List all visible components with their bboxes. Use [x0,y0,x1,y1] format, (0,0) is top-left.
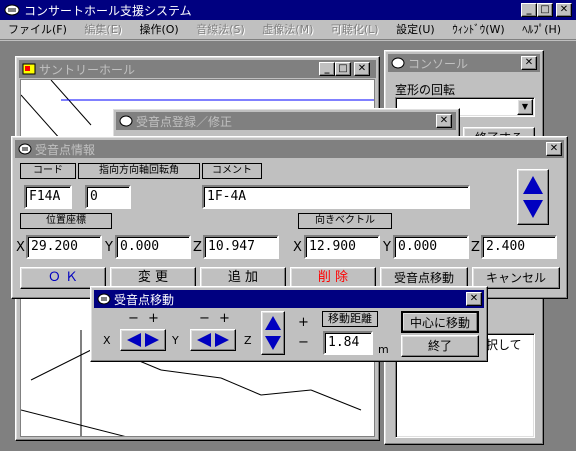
pos-z-label: Z [193,240,202,255]
y-minus-label: − [199,311,210,326]
console-icon [391,57,405,69]
pos-x-label: X [16,240,25,255]
registration-icon [119,115,133,127]
close-button[interactable]: ✕ [556,3,572,17]
suntory-title-bar: サントリーホール _ □ ✕ [19,60,376,78]
move-z-button[interactable] [261,311,285,355]
distance-label: 移動距離 [322,311,378,327]
app-icon [4,4,20,16]
left-right-arrow-icon [127,333,159,347]
menu-help[interactable]: ﾍﾙﾌﾟ(H) [522,23,561,36]
menu-auralize[interactable]: 可聴化(L) [331,23,379,36]
vector-label: 向きベクトル [298,213,392,229]
menu-window[interactable]: ｳｨﾝﾄﾞｳ(W) [452,23,504,36]
info-title-bar: 受音点情報 ✕ [15,140,564,158]
distance-unit: m [378,343,389,356]
move-y-button[interactable] [190,329,236,351]
chevron-down-icon[interactable]: ▼ [517,99,533,115]
vec-x-label: X [293,240,302,255]
code-field[interactable]: F14A [24,185,72,209]
move-title: 受音点移動 [114,292,175,307]
menu-operation[interactable]: 操作(O) [139,23,178,36]
minimize-button[interactable]: _ [521,3,537,17]
move-x-button[interactable] [120,329,166,351]
comment-field[interactable]: 1F-4A [202,185,470,209]
move-dialog: 受音点移動 ✕ − + X − + Y Z + − 移動距離 1.84 m 中心… [90,286,488,362]
move-to-center-button[interactable]: 中心に移動 [401,311,479,333]
info-dialog: 受音点情報 ✕ コード 指向方向軸回転角 コメント F14A 0 1F-4A 位… [11,136,568,299]
info-close[interactable]: ✕ [546,142,562,156]
move-x-label: X [103,334,111,347]
registration-title-bar: 受音点登録／修正 ✕ [116,112,456,130]
vec-y-label: Y [383,240,391,255]
updown-arrow-icon [523,176,543,218]
suntory-title: サントリーホール [39,62,136,77]
move-end-button[interactable]: 終了 [401,335,479,357]
console-list-text: 択して [486,338,522,352]
vec-y-field[interactable]: 0.000 [393,235,469,259]
console-close[interactable]: ✕ [521,56,537,70]
maximize-button[interactable]: □ [537,3,553,17]
registration-title: 受音点登録／修正 [136,114,233,129]
position-label: 位置座標 [20,213,112,229]
pos-x-field[interactable]: 29.200 [26,235,102,259]
spin-updown-button[interactable] [517,169,549,225]
menu-file[interactable]: ファイル(F) [8,23,67,36]
menu-settings[interactable]: 設定(U) [396,23,435,36]
info-icon [18,143,32,155]
vec-z-label: Z [471,240,480,255]
left-right-arrow-icon [197,333,229,347]
pos-y-label: Y [105,240,113,255]
app-title: コンサートホール支援システム [24,3,192,18]
move-close[interactable]: ✕ [466,292,482,306]
suntory-close[interactable]: ✕ [354,62,370,76]
comment-label: コメント [202,163,262,179]
console-title-bar: コンソール ✕ [388,54,540,72]
pos-z-field[interactable]: 10.947 [203,235,279,259]
menu-bar: ファイル(F) 編集(E) 操作(O) 音線法(S) 虚像法(M) 可聴化(L)… [0,20,576,40]
vec-x-field[interactable]: 12.900 [304,235,380,259]
menu-ray[interactable]: 音線法(S) [196,23,245,36]
move-y-label: Y [172,334,179,347]
z-plus-label: + [298,315,309,330]
vec-z-field[interactable]: 2.400 [481,235,557,259]
move-icon [97,293,111,305]
app-title-bar: コンサートホール支援システム _ □ ✕ [0,0,576,20]
x-minus-label: − [128,311,139,326]
z-minus-label: − [298,335,309,350]
rotation-angle-label: 指向方向軸回転角 [78,163,200,179]
pos-y-field[interactable]: 0.000 [115,235,191,259]
up-down-arrow-icon [265,316,281,350]
suntory-maximize[interactable]: □ [335,62,351,76]
rotation-label: 室形の回転 [395,83,456,97]
menu-edit[interactable]: 編集(E) [84,23,122,36]
code-label: コード [20,163,76,179]
y-plus-label: + [219,311,230,326]
registration-close[interactable]: ✕ [436,114,452,128]
console-title: コンソール [408,56,469,71]
distance-field[interactable]: 1.84 [323,331,373,355]
move-title-bar: 受音点移動 ✕ [94,290,484,308]
suntory-minimize[interactable]: _ [319,62,335,76]
move-z-label: Z [244,334,252,347]
rotation-field[interactable]: 0 [85,185,131,209]
x-plus-label: + [148,311,159,326]
info-title: 受音点情報 [35,142,96,157]
hall-icon [22,63,36,75]
menu-image[interactable]: 虚像法(M) [262,23,313,36]
